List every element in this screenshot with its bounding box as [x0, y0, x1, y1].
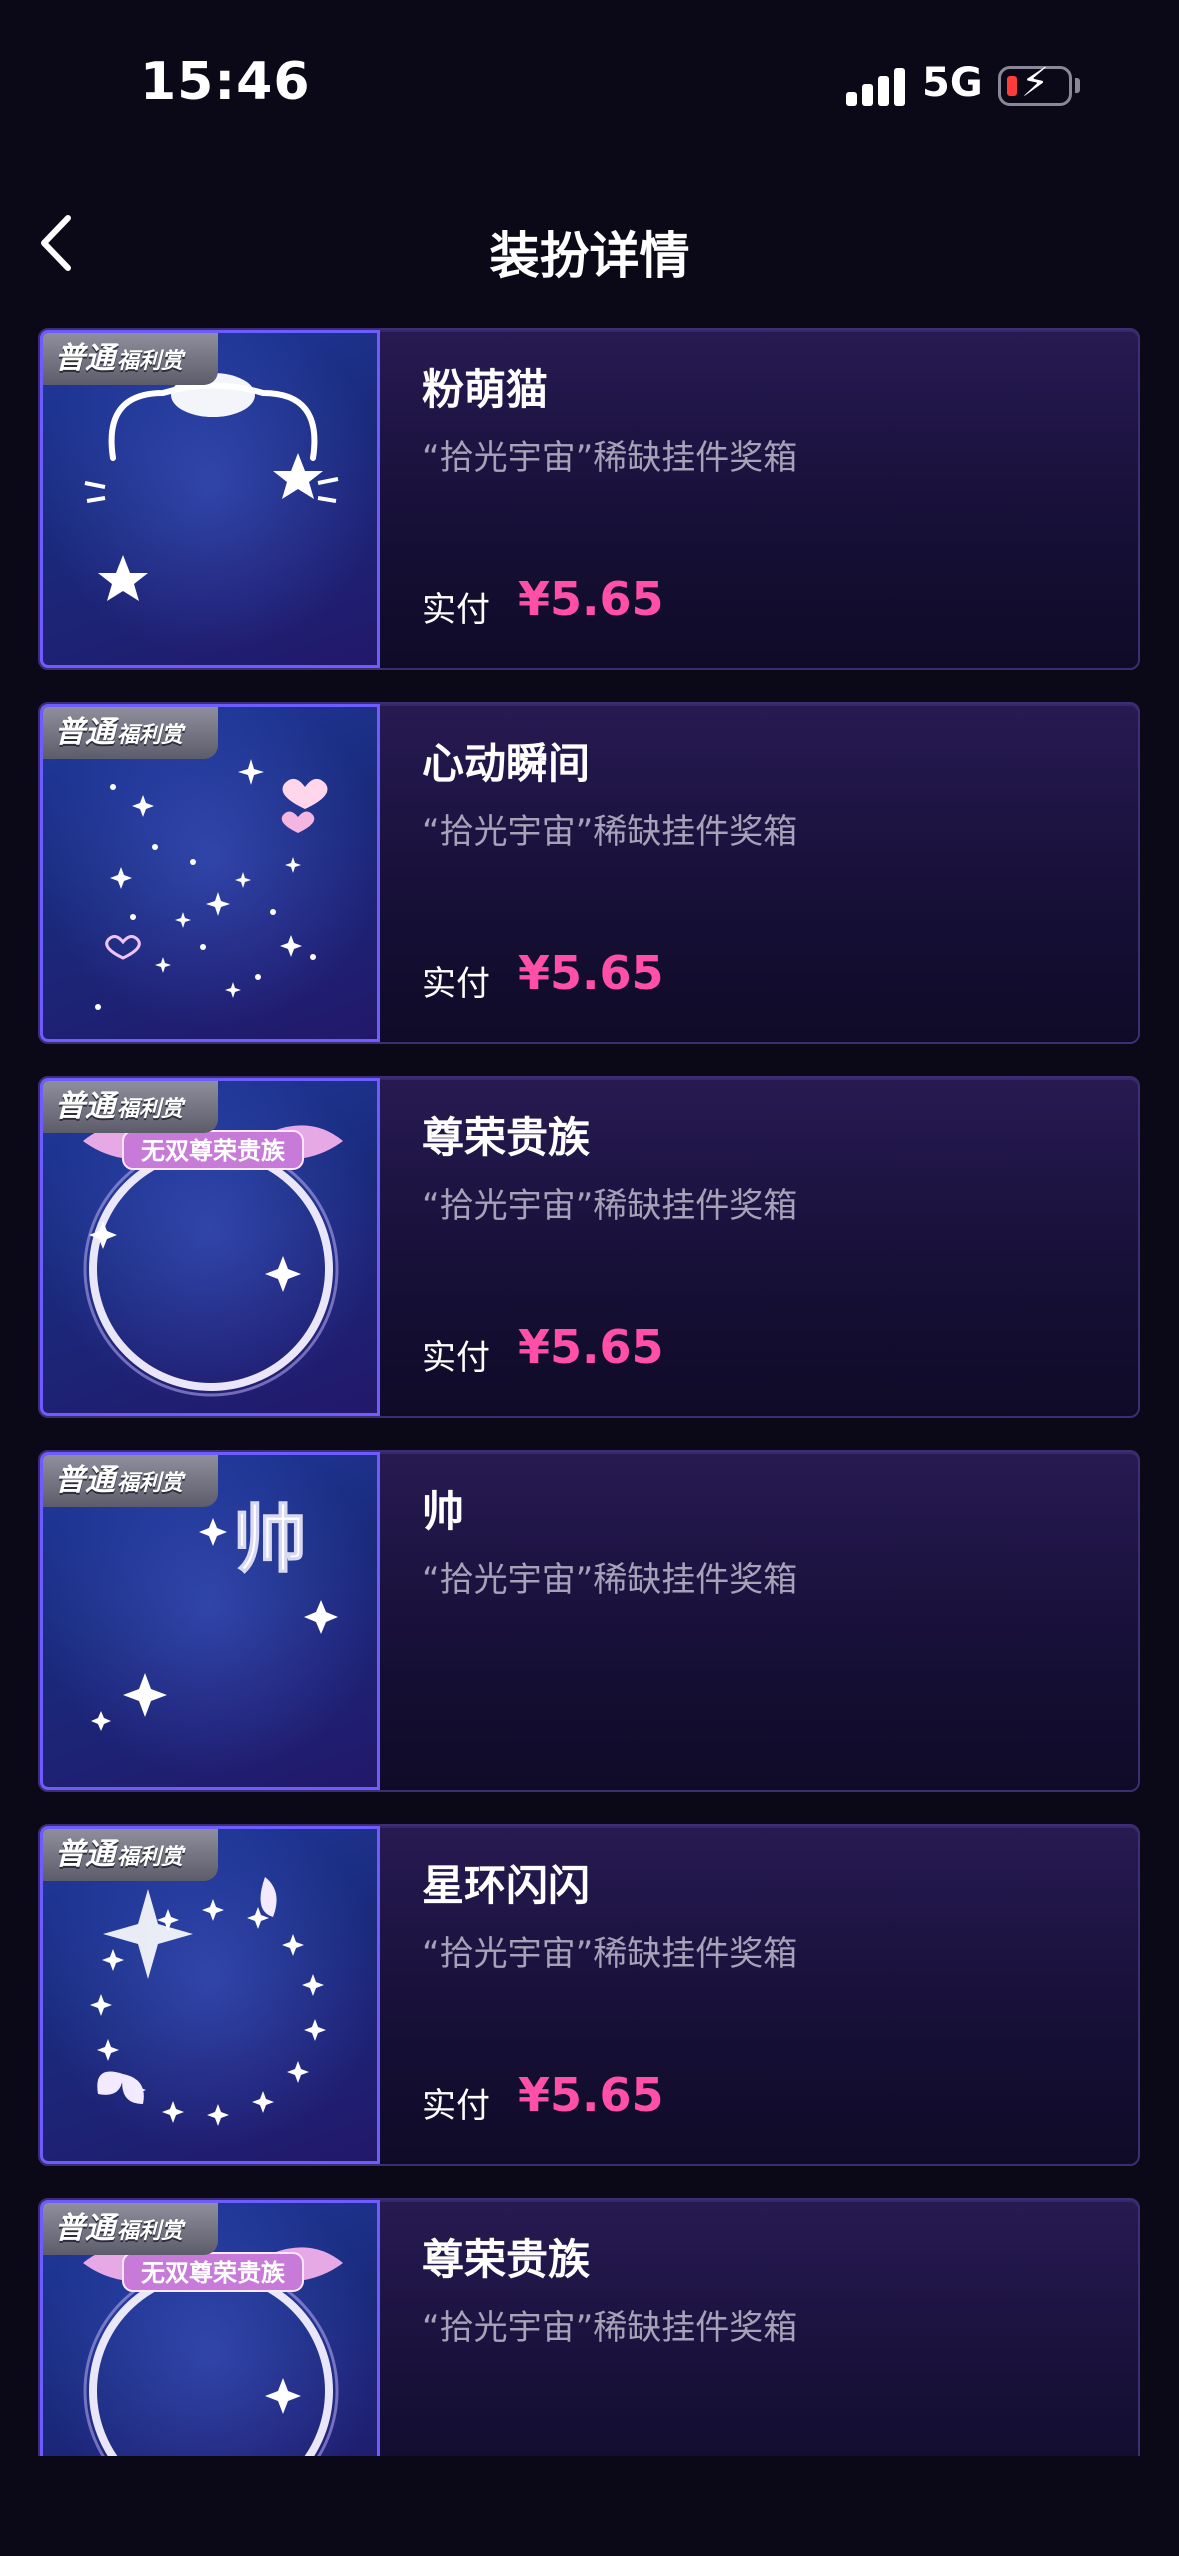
item-name: 尊荣贵族	[422, 1113, 591, 1162]
outfit-list[interactable]: 普通福利赏 粉萌猫 “拾光宇宙”稀缺挂件奖箱 实付 ¥5.65 普通福利赏 心动…	[38, 328, 1140, 2456]
noble-badge-text: 无双尊荣贵族	[141, 1137, 286, 1165]
item-name: 粉萌猫	[422, 365, 549, 414]
outfit-item[interactable]: 帅 普通福利赏 帅 “拾光宇宙”稀缺挂件奖箱	[38, 1450, 1140, 1792]
item-thumbnail: 普通福利赏	[40, 1826, 380, 2164]
outfit-item[interactable]: 普通福利赏 心动瞬间 “拾光宇宙”稀缺挂件奖箱 实付 ¥5.65	[38, 702, 1140, 1044]
item-source: “拾光宇宙”稀缺挂件奖箱	[422, 2308, 798, 2348]
item-name: 星环闪闪	[422, 1861, 591, 1910]
item-price: ¥5.65	[518, 946, 664, 1000]
outfit-item[interactable]: 普通福利赏 粉萌猫 “拾光宇宙”稀缺挂件奖箱 实付 ¥5.65	[38, 328, 1140, 670]
item-price: ¥5.65	[518, 1320, 664, 1374]
item-thumbnail: 无双尊荣贵族 普通福利赏	[40, 2200, 380, 2456]
paid-label: 实付	[422, 2086, 490, 2126]
tag-badge: 普通福利赏	[43, 707, 218, 759]
item-price: ¥5.65	[518, 2068, 664, 2122]
item-source: “拾光宇宙”稀缺挂件奖箱	[422, 438, 798, 478]
tag-badge: 普通福利赏	[43, 1829, 218, 1881]
item-thumbnail: 无双尊荣贵族 普通福利赏	[40, 1078, 380, 1416]
handsome-art-text: 帅	[233, 1497, 307, 1583]
item-thumbnail: 普通福利赏	[40, 330, 380, 668]
tag-badge: 普通福利赏	[43, 1455, 218, 1507]
item-source: “拾光宇宙”稀缺挂件奖箱	[422, 1186, 798, 1226]
paid-label: 实付	[422, 1338, 490, 1378]
item-source: “拾光宇宙”稀缺挂件奖箱	[422, 812, 798, 852]
outfit-item[interactable]: 无双尊荣贵族 普通福利赏 尊荣贵族 “拾光宇宙”稀缺挂件奖箱 实付 ¥5.65	[38, 1076, 1140, 1418]
nav-bar: 装扮详情	[0, 190, 1179, 300]
item-source: “拾光宇宙”稀缺挂件奖箱	[422, 1934, 798, 1974]
page-title: 装扮详情	[489, 227, 690, 285]
item-name: 心动瞬间	[422, 739, 591, 788]
network-type: 5G	[922, 60, 983, 106]
paid-label: 实付	[422, 964, 490, 1004]
item-source: “拾光宇宙”稀缺挂件奖箱	[422, 1560, 798, 1600]
tag-badge: 普通福利赏	[43, 1081, 218, 1133]
item-thumbnail: 帅 普通福利赏	[40, 1452, 380, 1790]
item-name: 帅	[422, 1487, 465, 1536]
paid-label: 实付	[422, 590, 490, 630]
outfit-item[interactable]: 无双尊荣贵族 普通福利赏 尊荣贵族 “拾光宇宙”稀缺挂件奖箱	[38, 2198, 1140, 2456]
item-thumbnail: 普通福利赏	[40, 704, 380, 1042]
status-bar: 15:46 5G ⚡	[0, 0, 1179, 150]
item-price: ¥5.65	[518, 572, 664, 626]
tag-badge: 普通福利赏	[43, 2203, 218, 2255]
item-name: 尊荣贵族	[422, 2235, 591, 2284]
noble-badge-text: 无双尊荣贵族	[141, 2259, 286, 2287]
battery-cap	[1075, 78, 1080, 93]
outfit-item[interactable]: 普通福利赏 星环闪闪 “拾光宇宙”稀缺挂件奖箱 实付 ¥5.65	[38, 1824, 1140, 2166]
cellular-signal-icon	[846, 66, 906, 106]
battery-icon: ⚡	[998, 63, 1072, 106]
status-time: 15:46	[140, 52, 311, 112]
tag-badge: 普通福利赏	[43, 333, 218, 385]
